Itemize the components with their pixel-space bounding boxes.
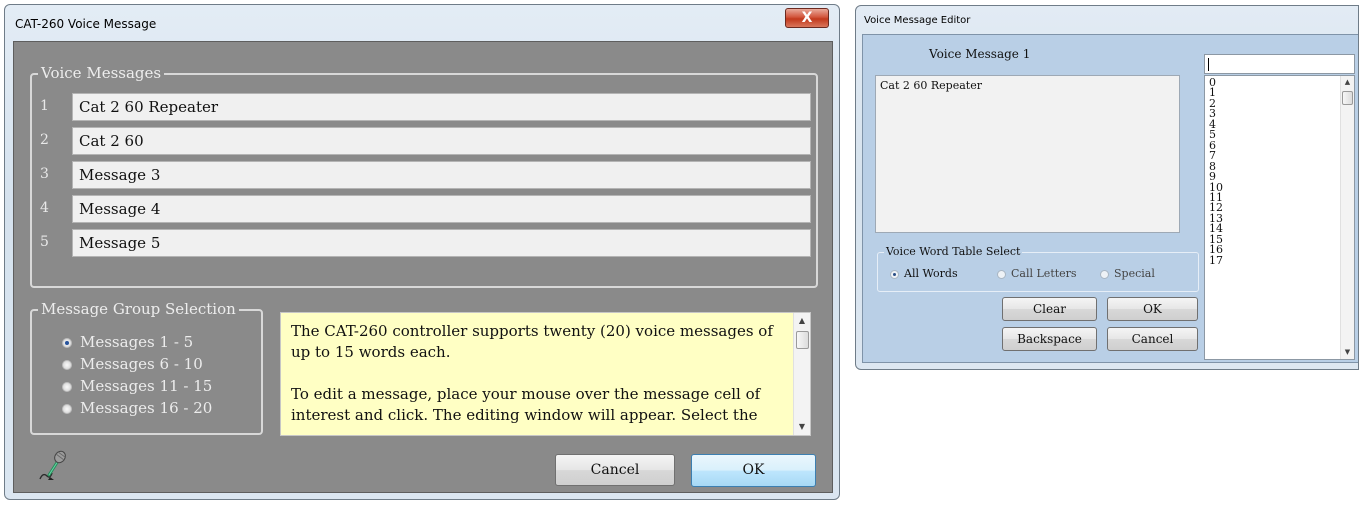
word-list-item[interactable]: 3 <box>1209 108 1216 119</box>
word-list-item[interactable]: 15 <box>1209 234 1223 245</box>
message-cell[interactable]: Message 3 <box>72 161 811 189</box>
voice-word-table-select: Voice Word Table Select All Words Call L… <box>877 245 1199 292</box>
radio-selected-icon[interactable] <box>62 338 72 348</box>
voice-word-table-select-label: Voice Word Table Select <box>884 245 1023 258</box>
info-paragraph-1: The CAT-260 controller supports twenty (… <box>291 322 773 361</box>
voice-message-editor-window: Voice Message Editor Voice Message 1 Cat… <box>855 5 1359 370</box>
word-list-item[interactable]: 10 <box>1209 181 1223 193</box>
microphone-icon <box>39 450 66 480</box>
word-list-item[interactable]: 13 <box>1209 213 1223 224</box>
voice-message-text[interactable]: Cat 2 60 Repeater <box>875 75 1180 233</box>
message-number: 5 <box>40 234 49 250</box>
word-list-item[interactable]: 6 <box>1209 139 1216 151</box>
table-option-label: All Words <box>904 267 958 280</box>
group-option-label: Messages 1 - 5 <box>80 333 194 351</box>
word-list-item[interactable]: 0 <box>1209 77 1216 88</box>
message-cell[interactable]: Cat 2 60 Repeater <box>72 93 811 121</box>
word-list-item[interactable]: 16 <box>1209 244 1223 255</box>
group-option-label: Messages 11 - 15 <box>80 377 213 395</box>
info-text-box[interactable]: The CAT-260 controller supports twenty (… <box>280 312 811 436</box>
group-option-label: Messages 6 - 10 <box>80 355 203 373</box>
word-list-item[interactable]: 2 <box>1209 98 1216 109</box>
message-cell[interactable]: Message 4 <box>72 195 811 223</box>
word-list-item[interactable]: 14 <box>1209 223 1223 234</box>
ok-button[interactable]: OK <box>1107 297 1198 321</box>
voice-message-label: Voice Message 1 <box>929 47 1031 61</box>
word-list-item[interactable]: 8 <box>1209 160 1216 172</box>
info-paragraph-2: To edit a message, place your mouse over… <box>291 385 761 424</box>
editor-window-title: Voice Message Editor <box>864 15 971 26</box>
message-group-selection-label: Message Group Selection <box>38 300 239 318</box>
backspace-button[interactable]: Backspace <box>1002 327 1097 351</box>
table-option-label: Call Letters <box>1011 267 1077 280</box>
radio-icon[interactable] <box>997 270 1006 279</box>
close-button[interactable]: X <box>785 8 829 28</box>
radio-icon[interactable] <box>62 382 72 392</box>
table-option-label: Special <box>1114 267 1155 280</box>
voice-message-client-area: Voice Messages 1 Cat 2 60 Repeater 2 Cat… <box>13 41 833 493</box>
cancel-button[interactable]: Cancel <box>555 454 675 486</box>
word-list[interactable]: 17 16 15 14 13 12 11 10 9 8 7 6 5 4 3 2 1 0 ▲ ▼ <box>1204 75 1355 360</box>
ok-button[interactable]: OK <box>691 454 816 487</box>
message-cell[interactable]: Cat 2 60 <box>72 127 811 155</box>
scroll-thumb[interactable] <box>1342 91 1353 105</box>
word-list-item[interactable]: 17 <box>1209 254 1223 266</box>
scroll-up-icon[interactable]: ▲ <box>1341 76 1354 89</box>
voice-messages-group: Voice Messages 1 Cat 2 60 Repeater 2 Cat… <box>30 64 818 288</box>
info-scrollbar[interactable]: ▲ ▼ <box>793 313 810 435</box>
title-bar[interactable]: CAT-260 Voice Message X <box>5 5 839 41</box>
word-list-item[interactable]: 12 <box>1209 202 1223 213</box>
scroll-thumb[interactable] <box>796 331 809 349</box>
word-list-item[interactable]: 4 <box>1209 119 1216 130</box>
word-search-input[interactable] <box>1204 54 1355 74</box>
window-title: CAT-260 Voice Message <box>15 17 157 31</box>
radio-icon[interactable] <box>62 404 72 414</box>
word-list-item[interactable]: 5 <box>1209 129 1216 140</box>
word-list-item[interactable]: 1 <box>1209 87 1216 98</box>
radio-icon[interactable] <box>1100 270 1109 279</box>
word-list-scrollbar[interactable]: ▲ ▼ <box>1340 76 1354 359</box>
radio-icon[interactable] <box>62 360 72 370</box>
message-number: 4 <box>40 200 49 216</box>
word-list-item[interactable]: 11 <box>1209 192 1223 203</box>
info-text: The CAT-260 controller supports twenty (… <box>291 321 787 435</box>
message-cell[interactable]: Message 5 <box>72 229 811 257</box>
clear-button[interactable]: Clear <box>1002 297 1097 321</box>
scroll-down-icon[interactable]: ▼ <box>1341 346 1354 359</box>
scroll-up-icon[interactable]: ▲ <box>794 313 810 329</box>
scroll-down-icon[interactable]: ▼ <box>794 419 810 435</box>
radio-selected-icon[interactable] <box>890 270 899 279</box>
word-list-item[interactable]: 7 <box>1209 150 1216 161</box>
voice-messages-group-label: Voice Messages <box>38 64 165 82</box>
group-option-label: Messages 16 - 20 <box>80 399 213 417</box>
message-group-selection: Message Group Selection Messages 1 - 5 M… <box>30 300 263 435</box>
message-number: 1 <box>40 98 49 114</box>
cancel-button[interactable]: Cancel <box>1107 327 1198 351</box>
message-number: 3 <box>40 166 49 182</box>
word-list-item[interactable]: 9 <box>1209 171 1216 182</box>
editor-client-area: Voice Message 1 Cat 2 60 Repeater 17 16 15… <box>862 34 1358 363</box>
voice-message-window: CAT-260 Voice Message X Voice Messages 1… <box>4 4 840 500</box>
message-number: 2 <box>40 132 49 148</box>
